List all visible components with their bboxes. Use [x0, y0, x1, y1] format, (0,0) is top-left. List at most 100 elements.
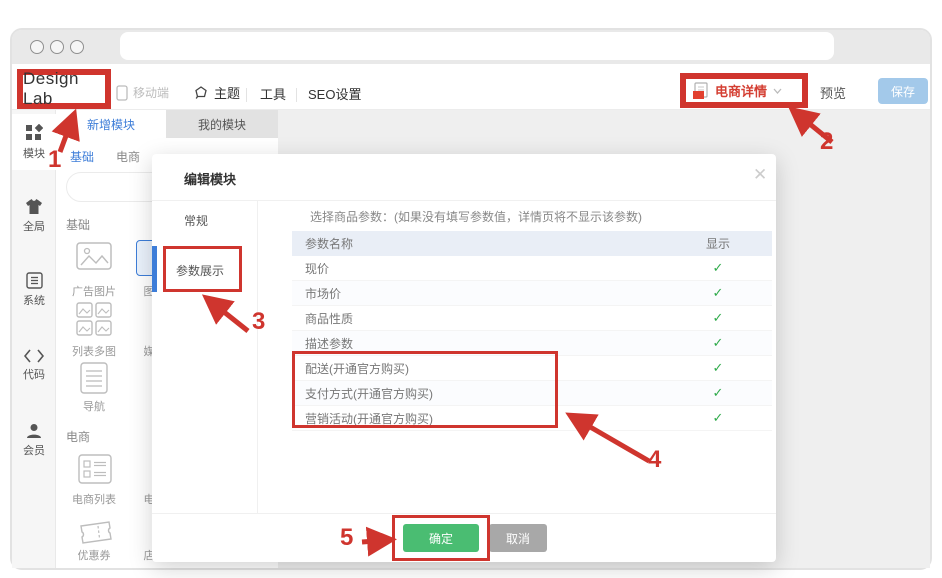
- theme-icon: [193, 85, 209, 101]
- page-selector-dropdown[interactable]: 电商详情: [683, 76, 805, 105]
- module-tile-multi-image[interactable]: [76, 302, 112, 336]
- check-icon[interactable]: ✓: [688, 335, 748, 351]
- screenshot-root: Design Lab 移动端 主题 工具 SEO设置 电商详情 预览 保存 模块: [0, 0, 942, 578]
- ecom-list-icon: [78, 454, 112, 484]
- modal-footer-divider: [152, 513, 776, 514]
- person-icon: [26, 423, 42, 439]
- close-icon[interactable]: ✕: [753, 165, 767, 185]
- param-name: 市场价: [292, 285, 518, 302]
- param-name: 描述参数: [292, 335, 518, 352]
- modal-nav-param-display[interactable]: 参数展示: [176, 262, 224, 279]
- sidebar-item-code[interactable]: 代码: [12, 337, 56, 393]
- module-tile-label: 广告图片: [62, 283, 126, 299]
- step-number-3: 3: [252, 308, 265, 336]
- tab-my-modules[interactable]: 我的模块: [166, 110, 278, 138]
- module-tile-label: 列表多图: [62, 343, 126, 359]
- page-doc-icon: [692, 82, 709, 100]
- code-icon: [24, 349, 44, 363]
- toolbar-divider: [246, 88, 247, 102]
- param-name: 商品性质: [292, 310, 518, 327]
- url-bar[interactable]: [120, 32, 834, 60]
- sidebar-item-system[interactable]: 系统: [12, 262, 56, 318]
- phone-icon: [116, 85, 128, 101]
- sidebar-item-global[interactable]: 全局: [12, 188, 56, 244]
- window-button-icon[interactable]: [50, 40, 64, 54]
- group-title-ecommerce: 电商: [66, 428, 90, 445]
- step-number-1: 1: [48, 146, 61, 174]
- modal-nav-general[interactable]: 常规: [184, 212, 208, 229]
- preview-button[interactable]: 预览: [820, 83, 846, 102]
- confirm-button[interactable]: 确定: [403, 524, 479, 552]
- modules-grid-icon: [25, 124, 43, 142]
- device-mobile-toggle[interactable]: 移动端: [116, 84, 169, 101]
- module-tile-label: 导航: [62, 398, 126, 414]
- cancel-button[interactable]: 取消: [489, 524, 547, 552]
- save-button[interactable]: 保存: [878, 78, 928, 104]
- toolbar-divider: [296, 88, 297, 102]
- tshirt-icon: [25, 199, 43, 215]
- module-tile-ecom-list[interactable]: [78, 454, 112, 484]
- coupon-ticket-icon: [78, 518, 114, 546]
- tools-label: 工具: [260, 84, 286, 103]
- param-select-hint: 选择商品参数：(如果没有填写参数值，详情页将不显示该参数): [310, 208, 642, 225]
- table-row[interactable]: 配送(开通官方购买) ✓: [292, 356, 772, 381]
- table-row[interactable]: 市场价 ✓: [292, 281, 772, 306]
- param-name: 营销活动(开通官方购买): [292, 410, 518, 427]
- step-number-4: 4: [648, 446, 661, 474]
- param-name: 支付方式(开通官方购买): [292, 385, 518, 402]
- module-tile-label: 电商列表: [62, 491, 126, 507]
- module-tile-navigation[interactable]: [80, 362, 108, 394]
- check-icon[interactable]: ✓: [688, 360, 748, 376]
- param-table-header: 参数名称 显示: [292, 231, 772, 256]
- table-row[interactable]: 营销活动(开通官方购买) ✓: [292, 406, 772, 431]
- modal-title: 编辑模块: [184, 169, 236, 188]
- table-row[interactable]: 商品性质 ✓: [292, 306, 772, 331]
- modal-nav-divider: [257, 201, 258, 513]
- document-lines-icon: [26, 272, 43, 289]
- step-number-5: 5: [340, 524, 353, 552]
- table-row[interactable]: 支付方式(开通官方购买) ✓: [292, 381, 772, 406]
- tab-new-modules[interactable]: 新增模块: [56, 110, 166, 138]
- sidebar-item-label: 代码: [23, 366, 45, 382]
- seo-menu-item[interactable]: SEO设置: [308, 84, 361, 103]
- chevron-down-icon: [773, 88, 782, 94]
- check-icon[interactable]: ✓: [688, 260, 748, 276]
- module-tile-coupon[interactable]: [78, 518, 114, 546]
- subtab-ecommerce[interactable]: 电商: [116, 148, 140, 165]
- theme-menu-item[interactable]: 主题: [193, 83, 240, 102]
- check-icon[interactable]: ✓: [688, 285, 748, 301]
- table-row[interactable]: 描述参数 ✓: [292, 331, 772, 356]
- sidebar-item-label: 全局: [23, 218, 45, 234]
- column-shown: 显示: [688, 235, 748, 252]
- column-param-name: 参数名称: [292, 235, 518, 252]
- sidebar-item-label: 系统: [23, 292, 45, 308]
- tools-menu-item[interactable]: 工具: [260, 84, 286, 103]
- group-title-basic: 基础: [66, 216, 90, 233]
- check-icon[interactable]: ✓: [688, 385, 748, 401]
- modal-header-divider: [152, 200, 776, 201]
- sidebar-item-member[interactable]: 会员: [12, 412, 56, 468]
- module-tile-ad-image[interactable]: [76, 242, 112, 274]
- page-selector-label: 电商详情: [715, 81, 767, 100]
- param-name: 现价: [292, 260, 518, 277]
- multi-image-icon: [76, 302, 112, 336]
- nav-list-icon: [80, 362, 108, 394]
- window-button-icon[interactable]: [70, 40, 84, 54]
- sidebar-item-label: 模块: [23, 145, 45, 161]
- check-icon[interactable]: ✓: [688, 310, 748, 326]
- subtab-basic[interactable]: 基础: [70, 148, 94, 165]
- window-button-icon[interactable]: [30, 40, 44, 54]
- image-icon: [76, 242, 112, 274]
- param-name: 配送(开通官方购买): [292, 360, 518, 377]
- module-tile-label: 优惠券: [62, 547, 126, 563]
- check-icon[interactable]: ✓: [688, 410, 748, 426]
- sidebar-item-label: 会员: [23, 442, 45, 458]
- param-table: 参数名称 显示 现价 ✓ 市场价 ✓ 商品性质 ✓ 描述参数 ✓ 配送(开通官方…: [292, 231, 772, 431]
- mobile-label: 移动端: [133, 84, 169, 101]
- app-logo: Design Lab: [20, 72, 108, 106]
- seo-label: SEO设置: [308, 84, 361, 103]
- step-number-2: 2: [820, 128, 833, 156]
- theme-label: 主题: [214, 83, 240, 102]
- table-row[interactable]: 现价 ✓: [292, 256, 772, 281]
- active-nav-indicator: [152, 246, 157, 292]
